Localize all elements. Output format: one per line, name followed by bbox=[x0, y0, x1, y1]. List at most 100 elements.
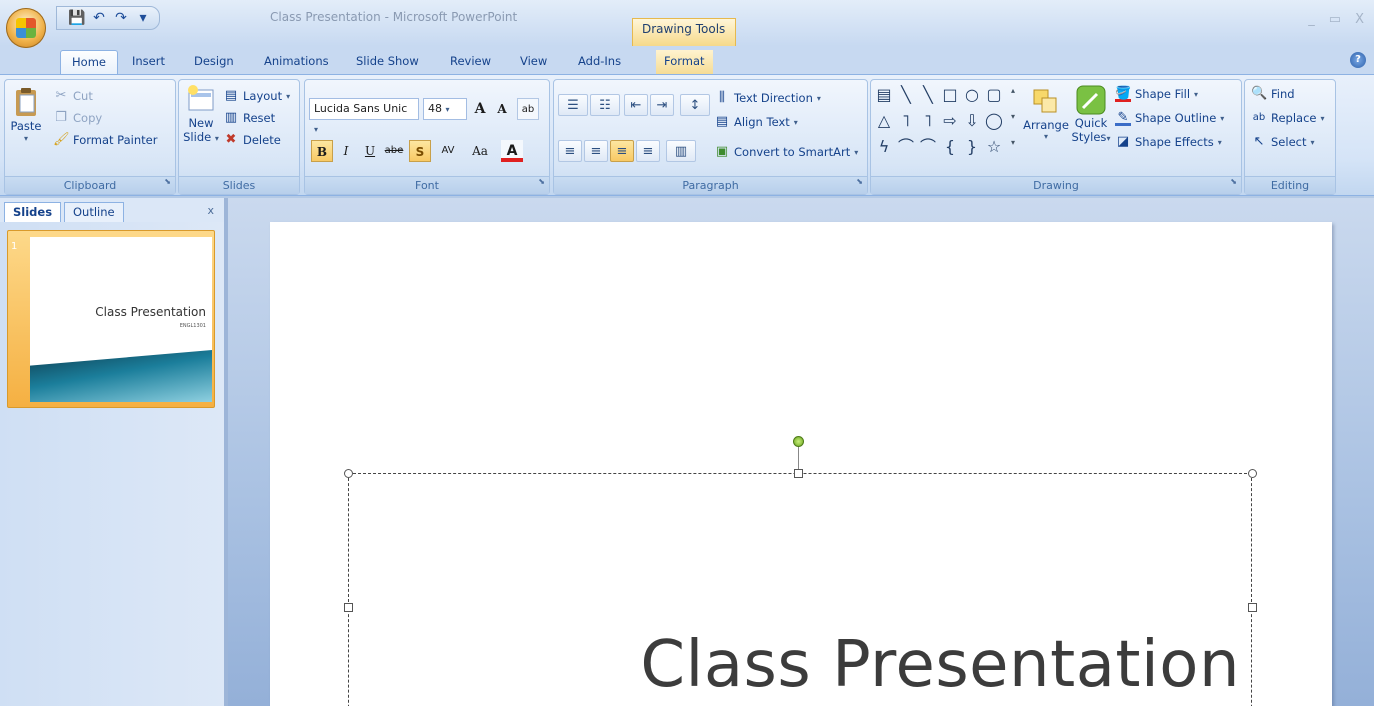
tab-slides[interactable]: Slides bbox=[4, 202, 62, 222]
tab-view[interactable]: View bbox=[512, 50, 555, 74]
format-painter-button[interactable]: 🖌 Format Painter bbox=[53, 132, 157, 148]
shapes-gallery[interactable]: ▤ ╲ ╲ □ ○ ▢ △ ˥ ˥ ⇨ ⇩ ◯ ϟ ⌒ ⌒ { } ☆ ▴ ▾ bbox=[875, 86, 1025, 166]
reset-button[interactable]: ▥ Reset bbox=[223, 110, 275, 126]
tab-format[interactable]: Format bbox=[656, 50, 713, 74]
font-name-combo[interactable]: Lucida Sans Unic ▾ bbox=[309, 98, 419, 134]
layout-button[interactable]: ▤ Layout ▾ bbox=[223, 88, 290, 104]
arc-shape-icon[interactable]: ⌒ bbox=[897, 138, 915, 156]
text-direction-button[interactable]: ⫼ Text Direction ▾ bbox=[714, 90, 821, 106]
left-brace-shape-icon[interactable]: { bbox=[941, 138, 959, 156]
tab-home[interactable]: Home bbox=[60, 50, 118, 74]
align-right-button[interactable]: ≡ bbox=[610, 140, 634, 162]
strikethrough-button[interactable]: abe bbox=[383, 140, 405, 162]
justify-button[interactable]: ≡ bbox=[636, 140, 660, 162]
shape-effects-button[interactable]: ◪ Shape Effects ▾ bbox=[1115, 134, 1222, 150]
dialog-launcher-icon[interactable]: ⬊ bbox=[164, 173, 171, 191]
columns-button[interactable]: ▥ bbox=[666, 140, 696, 162]
align-text-button[interactable]: ▤ Align Text ▾ bbox=[714, 114, 798, 130]
clear-formatting-button[interactable]: ab bbox=[517, 98, 539, 120]
resize-handle-top-right[interactable] bbox=[1248, 469, 1257, 478]
underline-button[interactable]: U bbox=[359, 140, 381, 162]
resize-handle-top-left[interactable] bbox=[344, 469, 353, 478]
quick-styles-button[interactable]: Quick Styles▾ bbox=[1071, 84, 1111, 144]
shape-fill-button[interactable]: 🪣 Shape Fill ▾ bbox=[1115, 86, 1198, 102]
paragraph-dialog-launcher-icon[interactable]: ⬊ bbox=[856, 173, 863, 191]
rounded-rect-shape-icon[interactable]: ▢ bbox=[985, 86, 1003, 104]
font-size-combo[interactable]: 48 ▾ bbox=[423, 98, 467, 120]
tab-insert[interactable]: Insert bbox=[124, 50, 173, 74]
text-shadow-button[interactable]: S bbox=[409, 140, 431, 162]
arrange-button[interactable]: Arrange ▾ bbox=[1023, 86, 1069, 141]
bold-button[interactable]: B bbox=[311, 140, 333, 162]
line-shape-icon[interactable]: ╲ bbox=[897, 86, 915, 104]
rectangle-shape-icon[interactable]: □ bbox=[941, 86, 959, 104]
tab-review[interactable]: Review bbox=[442, 50, 499, 74]
flowchart-shape-icon[interactable]: ◯ bbox=[985, 112, 1003, 130]
down-arrow-shape-icon[interactable]: ⇩ bbox=[963, 112, 981, 130]
paste-button[interactable]: Paste ▾ bbox=[9, 86, 43, 143]
oval-shape-icon[interactable]: ○ bbox=[963, 86, 981, 104]
drawing-dialog-launcher-icon[interactable]: ⬊ bbox=[1230, 173, 1237, 191]
text-box-shape-icon[interactable]: ▤ bbox=[875, 86, 893, 104]
freeform-shape-icon[interactable]: ϟ bbox=[875, 138, 893, 156]
copy-button[interactable]: ❐ Copy bbox=[53, 110, 102, 126]
tab-add-ins[interactable]: Add-Ins bbox=[570, 50, 629, 74]
paste-dropdown-icon[interactable]: ▾ bbox=[24, 134, 28, 143]
resize-handle-top[interactable] bbox=[794, 469, 803, 478]
shape-outline-button[interactable]: ✎ Shape Outline ▾ bbox=[1115, 110, 1224, 126]
tab-design[interactable]: Design bbox=[186, 50, 242, 74]
slide-title-text[interactable]: Class Presentation bbox=[470, 628, 1240, 702]
shrink-font-button[interactable]: A bbox=[491, 98, 513, 120]
font-dialog-launcher-icon[interactable]: ⬊ bbox=[538, 173, 545, 191]
align-left-button[interactable]: ≡ bbox=[558, 140, 582, 162]
help-icon[interactable]: ? bbox=[1350, 52, 1366, 68]
convert-smartart-button[interactable]: ▣ Convert to SmartArt ▾ bbox=[714, 144, 858, 160]
numbering-button[interactable]: ☷ bbox=[590, 94, 620, 116]
change-case-button[interactable]: Aa bbox=[465, 140, 495, 162]
tab-animations[interactable]: Animations bbox=[256, 50, 337, 74]
grow-font-button[interactable]: A bbox=[469, 98, 491, 120]
find-button[interactable]: 🔍 Find bbox=[1251, 86, 1295, 102]
restore-button[interactable]: ▭ bbox=[1329, 12, 1341, 27]
slide-thumbnail[interactable]: Class Presentation ENGL1301 bbox=[30, 237, 212, 402]
gallery-scroll-down-icon[interactable]: ▾ bbox=[1011, 112, 1015, 121]
elbow-connector-shape-icon[interactable]: ˥ bbox=[897, 112, 915, 130]
arrow-line-shape-icon[interactable]: ╲ bbox=[919, 86, 937, 104]
minimize-button[interactable]: _ bbox=[1308, 12, 1315, 27]
increase-indent-button[interactable]: ⇥ bbox=[650, 94, 674, 116]
cut-button[interactable]: ✂ Cut bbox=[53, 88, 93, 104]
italic-button[interactable]: I bbox=[335, 140, 357, 162]
resize-handle-left[interactable] bbox=[344, 603, 353, 612]
pane-splitter[interactable] bbox=[224, 198, 228, 706]
redo-icon[interactable]: ↷ bbox=[111, 8, 131, 28]
tab-slide-show[interactable]: Slide Show bbox=[348, 50, 427, 74]
save-icon[interactable]: 💾 bbox=[67, 8, 87, 28]
close-button[interactable]: X bbox=[1355, 12, 1364, 27]
customize-qat-icon[interactable]: ▾ bbox=[133, 8, 153, 28]
align-center-button[interactable]: ≡ bbox=[584, 140, 608, 162]
star-shape-icon[interactable]: ☆ bbox=[985, 138, 1003, 156]
replace-button[interactable]: ab Replace ▾ bbox=[1251, 110, 1325, 126]
office-button[interactable] bbox=[6, 8, 46, 48]
rotation-handle[interactable] bbox=[793, 436, 804, 447]
resize-handle-right[interactable] bbox=[1248, 603, 1257, 612]
triangle-shape-icon[interactable]: △ bbox=[875, 112, 893, 130]
slide-thumbnail-selected[interactable]: 1 Class Presentation ENGL1301 bbox=[7, 230, 215, 408]
undo-icon[interactable]: ↶ bbox=[89, 8, 109, 28]
bullets-button[interactable]: ☰ bbox=[558, 94, 588, 116]
elbow-arrow-shape-icon[interactable]: ˥ bbox=[919, 112, 937, 130]
font-color-button[interactable]: A bbox=[501, 140, 523, 162]
right-brace-shape-icon[interactable]: } bbox=[963, 138, 981, 156]
select-button[interactable]: ↖ Select ▾ bbox=[1251, 134, 1315, 150]
character-spacing-button[interactable]: AV bbox=[433, 140, 463, 162]
gallery-scroll-up-icon[interactable]: ▴ bbox=[1011, 86, 1015, 95]
close-pane-icon[interactable]: x bbox=[207, 204, 214, 217]
delete-button[interactable]: ✖ Delete bbox=[223, 132, 281, 148]
gallery-more-icon[interactable]: ▾ bbox=[1011, 138, 1015, 147]
decrease-indent-button[interactable]: ⇤ bbox=[624, 94, 648, 116]
curve-shape-icon[interactable]: ⌒ bbox=[919, 138, 937, 156]
new-slide-button[interactable]: New Slide ▾ bbox=[183, 84, 219, 144]
tab-outline[interactable]: Outline bbox=[64, 202, 124, 222]
line-spacing-button[interactable]: ↕ bbox=[680, 94, 710, 116]
right-arrow-shape-icon[interactable]: ⇨ bbox=[941, 112, 959, 130]
